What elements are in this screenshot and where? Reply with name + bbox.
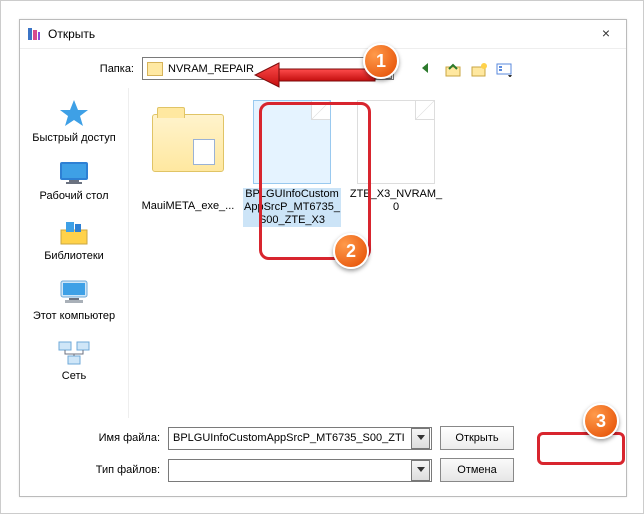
button-label: Отмена [457,464,496,476]
sidebar-item-label: Рабочий стол [24,190,124,202]
open-file-dialog: Открыть × Папка: NVRAM_REPAIR [19,19,627,497]
new-folder-icon[interactable] [470,61,488,77]
sidebar-item-libraries[interactable]: Библиотеки [20,212,128,272]
filename-label: Имя файла: [30,432,168,444]
folder-toolbar [418,61,514,77]
file-label: MauiMETA_exe_... [139,200,237,213]
sidebar-item-label: Библиотеки [24,250,124,262]
chevron-down-icon[interactable] [373,58,392,79]
view-menu-icon[interactable] [496,61,514,77]
filename-combo[interactable]: BPLGUInfoCustomAppSrcP_MT6735_S00_ZTI [168,427,432,450]
open-button[interactable]: Открыть [440,426,514,450]
file-item-selected[interactable]: BPLGUInfoCustomAppSrcP_MT6735_S00_ZTE_X3 [241,96,343,231]
window-title: Открыть [48,27,592,41]
libraries-icon [58,218,90,246]
sidebar-item-desktop[interactable]: Рабочий стол [20,154,128,212]
file-list[interactable]: MauiMETA_exe_... BPLGUInfoCustomAppSrcP_… [129,88,626,418]
titlebar: Открыть × [20,20,626,49]
desktop-icon [57,160,91,186]
star-icon [58,98,90,128]
chevron-down-icon[interactable] [411,460,430,481]
network-icon [57,338,91,366]
sidebar-item-label: Этот компьютер [24,310,124,322]
file-item-folder[interactable]: MauiMETA_exe_... [137,96,239,217]
bottom-bar: Имя файла: BPLGUInfoCustomAppSrcP_MT6735… [20,418,626,496]
app-icon [26,26,42,42]
up-folder-icon[interactable] [444,61,462,77]
file-label: ZTE_X3_NVRAM_0 [347,188,445,214]
computer-icon [57,278,91,306]
sidebar-item-quick[interactable]: Быстрый доступ [20,92,128,154]
folder-name: NVRAM_REPAIR [168,63,372,75]
sidebar-item-label: Быстрый доступ [24,132,124,144]
filetype-label: Тип файлов: [30,464,168,476]
cancel-button[interactable]: Отмена [440,458,514,482]
sidebar-item-label: Сеть [24,370,124,382]
folder-label: Папка: [30,63,142,75]
back-icon[interactable] [418,61,436,77]
file-label: BPLGUInfoCustomAppSrcP_MT6735_S00_ZTE_X3 [243,188,341,227]
close-button[interactable]: × [592,24,620,44]
file-item[interactable]: ZTE_X3_NVRAM_0 [345,96,447,218]
sidebar-item-network[interactable]: Сеть [20,332,128,392]
sidebar-item-pc[interactable]: Этот компьютер [20,272,128,332]
file-large-icon [357,100,435,184]
chevron-down-icon[interactable] [411,428,430,449]
folder-large-icon [150,114,226,196]
folder-icon [147,62,163,76]
filename-value: BPLGUInfoCustomAppSrcP_MT6735_S00_ZTI [169,432,410,444]
button-label: Открыть [455,432,498,444]
file-large-icon [253,100,331,184]
folder-dropdown[interactable]: NVRAM_REPAIR [142,57,394,80]
places-sidebar: Быстрый доступ Рабочий стол Библиотеки Э… [20,88,129,418]
folder-row: Папка: NVRAM_REPAIR [20,49,626,88]
filetype-combo[interactable] [168,459,432,482]
